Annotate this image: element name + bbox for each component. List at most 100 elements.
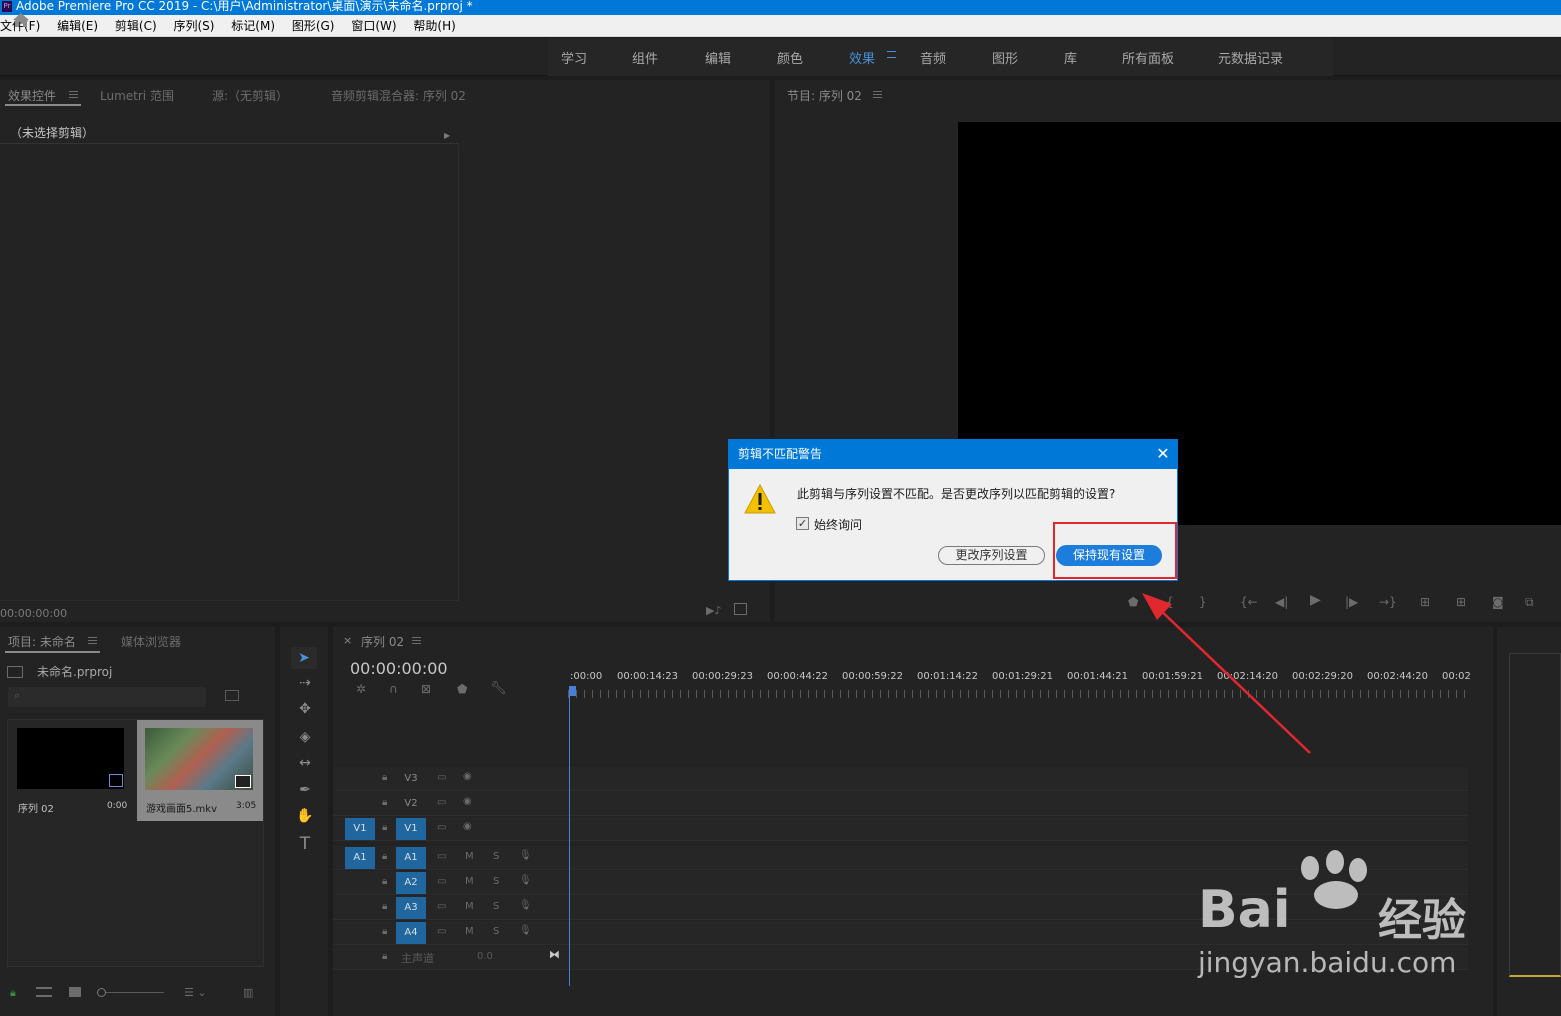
zoom-slider-handle[interactable]: [97, 988, 106, 997]
tab-lumetri-scopes[interactable]: Lumetri 范围: [100, 87, 174, 104]
track-sync-icon[interactable]: ▭: [437, 901, 446, 912]
type-tool-icon[interactable]: T: [296, 836, 314, 853]
eye-icon[interactable]: ◉: [463, 771, 472, 782]
lift-icon[interactable]: ⊞: [1420, 595, 1430, 609]
solo-button[interactable]: S: [493, 876, 499, 887]
track-lock-icon[interactable]: 🔒︎: [382, 901, 387, 912]
linked-selection-icon[interactable]: ⊠: [421, 682, 431, 696]
microphone-icon[interactable]: 🎙︎: [519, 925, 532, 936]
dialog-close-icon[interactable]: ✕: [1154, 445, 1172, 463]
menu-marker[interactable]: 标记(M): [231, 15, 282, 37]
project-item-clip[interactable]: 游戏画面5.mkv 3:05: [137, 720, 263, 821]
add-marker-timeline-icon[interactable]: ⬟: [457, 682, 467, 696]
source-patch-a1[interactable]: A1: [345, 847, 375, 869]
extract-icon[interactable]: ⊞: [1456, 595, 1466, 609]
hand-tool-icon[interactable]: ✋: [296, 808, 314, 824]
tab-program-monitor[interactable]: 节目: 序列 02: [787, 87, 862, 104]
sequence-timecode[interactable]: 00:00:00:00: [350, 659, 448, 678]
home-icon[interactable]: [12, 12, 30, 28]
workspace-color[interactable]: 颜色: [777, 48, 803, 67]
workspace-learn[interactable]: 学习: [561, 48, 587, 67]
change-sequence-settings-button[interactable]: 更改序列设置: [938, 546, 1045, 565]
wrench-icon[interactable]: 🔧︎: [490, 681, 507, 696]
export-frame-icon[interactable]: [734, 603, 747, 615]
pen-tool-icon[interactable]: ✒: [296, 782, 314, 798]
workspace-effects[interactable]: 效果: [849, 48, 875, 67]
track-sync-icon[interactable]: ▭: [437, 851, 446, 862]
ripple-edit-tool-icon[interactable]: ✥: [296, 701, 314, 717]
solo-button[interactable]: S: [493, 851, 499, 862]
solo-button[interactable]: S: [493, 926, 499, 937]
sort-icon[interactable]: ☰ ⌄: [184, 986, 207, 999]
button-editor-icon[interactable]: ⧉: [1525, 595, 1534, 610]
microphone-icon[interactable]: 🎙︎: [519, 875, 532, 886]
export-frame-camera-icon[interactable]: ◙: [1492, 595, 1504, 609]
eye-icon[interactable]: ◉: [463, 796, 472, 807]
source-patch-v1[interactable]: V1: [345, 818, 375, 840]
workspace-metadata[interactable]: 元数据记录: [1218, 48, 1283, 67]
playhead-line[interactable]: [569, 686, 570, 986]
project-search-input[interactable]: ⌕: [8, 687, 206, 707]
track-target-a4[interactable]: A4: [396, 922, 426, 944]
panel-menu-icon[interactable]: [69, 91, 78, 98]
always-ask-label[interactable]: 始终询问: [814, 516, 862, 533]
close-sequence-icon[interactable]: ×: [343, 634, 352, 647]
track-sync-icon[interactable]: ▭: [437, 876, 446, 887]
track-target-v1[interactable]: V1: [396, 818, 426, 840]
icon-view-icon[interactable]: [69, 987, 81, 997]
nest-icon[interactable]: ✲: [356, 682, 366, 696]
tab-audio-clip-mixer[interactable]: 音频剪辑混合器: 序列 02: [331, 87, 466, 104]
slip-tool-icon[interactable]: ↔: [296, 755, 314, 771]
go-to-out-icon[interactable]: →}: [1379, 595, 1397, 609]
new-search-bin-icon[interactable]: [225, 690, 239, 701]
lock-icon[interactable]: 🔒︎: [10, 986, 16, 1000]
go-to-end-icon[interactable]: ⧓: [549, 948, 560, 961]
audio-only-icon[interactable]: ▶♪: [706, 604, 721, 617]
program-menu-icon[interactable]: [873, 91, 882, 98]
menu-sequence[interactable]: 序列(S): [173, 15, 221, 37]
tab-effect-controls[interactable]: 效果控件: [8, 87, 56, 104]
playhead-handle[interactable]: [569, 686, 576, 696]
microphone-icon[interactable]: 🎙︎: [519, 850, 532, 861]
tab-media-browser[interactable]: 媒体浏览器: [121, 633, 181, 650]
track-target-a3[interactable]: A3: [396, 897, 426, 919]
menu-graphics[interactable]: 图形(G): [292, 15, 342, 37]
mute-button[interactable]: M: [465, 876, 474, 887]
project-item-sequence[interactable]: 序列 02 0:00: [8, 720, 135, 821]
razor-tool-icon[interactable]: ◈: [296, 729, 314, 745]
track-lock-icon[interactable]: 🔒︎: [382, 851, 387, 862]
automate-to-sequence-icon[interactable]: ▥: [243, 986, 253, 999]
track-sync-icon[interactable]: ▭: [437, 926, 446, 937]
track-target-v3[interactable]: V3: [396, 768, 426, 790]
expand-arrow-icon[interactable]: ▶: [444, 127, 450, 145]
tab-sequence[interactable]: 序列 02: [361, 633, 404, 650]
track-v2[interactable]: 🔒︎ V2 ▭ ◉: [333, 792, 1468, 816]
mute-button[interactable]: M: [465, 851, 474, 862]
effect-controls-timecode[interactable]: 00:00:00:00: [0, 607, 67, 620]
snap-icon[interactable]: ∩: [389, 682, 398, 696]
list-view-icon[interactable]: [36, 987, 52, 997]
step-forward-icon[interactable]: |▶: [1345, 595, 1358, 609]
mute-button[interactable]: M: [465, 901, 474, 912]
project-menu-icon[interactable]: [88, 637, 97, 644]
workspace-libraries[interactable]: 库: [1064, 48, 1077, 67]
master-volume-value[interactable]: 0.0: [477, 951, 493, 962]
track-sync-icon[interactable]: ▭: [437, 822, 446, 833]
menu-edit[interactable]: 编辑(E): [57, 15, 105, 37]
workspace-graphics[interactable]: 图形: [992, 48, 1018, 67]
eye-icon[interactable]: ◉: [463, 821, 472, 832]
zoom-slider-track[interactable]: [106, 992, 164, 993]
track-lock-icon[interactable]: 🔒︎: [382, 797, 387, 808]
track-target-a2[interactable]: A2: [396, 872, 426, 894]
track-a4[interactable]: 🔒︎ A4 ▭ M S 🎙︎: [333, 921, 1468, 945]
menu-help[interactable]: 帮助(H): [413, 15, 462, 37]
track-lock-icon[interactable]: 🔒︎: [382, 822, 387, 833]
track-sync-icon[interactable]: ▭: [437, 797, 446, 808]
workspace-assembly[interactable]: 组件: [632, 48, 658, 67]
track-sync-icon[interactable]: ▭: [437, 772, 446, 783]
track-v1[interactable]: V1 🔒︎ V1 ▭ ◉: [333, 817, 1468, 841]
track-lock-icon[interactable]: 🔒︎: [382, 876, 387, 887]
track-select-tool-icon[interactable]: ⇢: [296, 675, 314, 691]
timeline-menu-icon[interactable]: [412, 637, 421, 644]
track-lock-icon[interactable]: 🔒︎: [382, 926, 387, 937]
